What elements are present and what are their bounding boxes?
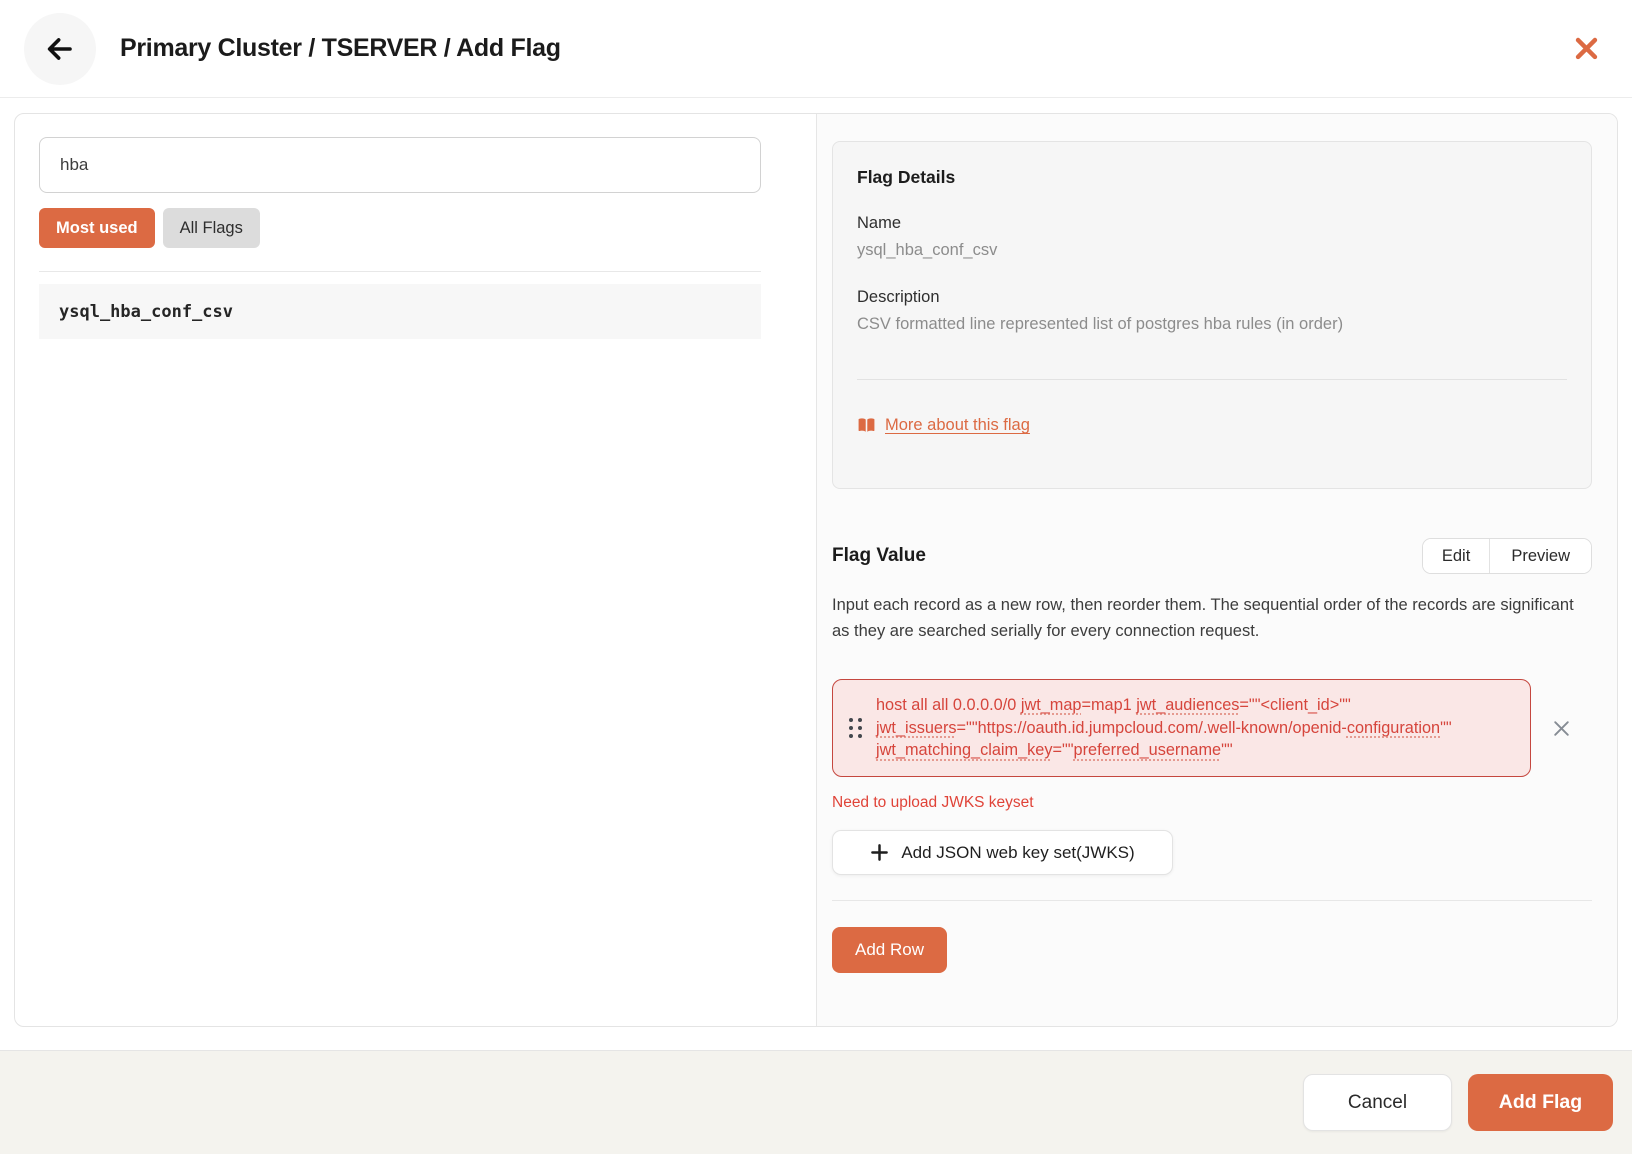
flag-value-row[interactable]: host all all 0.0.0.0/0 jwt_map=map1 jwt_… (832, 679, 1531, 777)
remove-row-cell (1531, 713, 1592, 743)
remove-row-button[interactable] (1547, 713, 1577, 743)
flag-filter-tabs: Most used All Flags (39, 208, 761, 248)
flag-search-panel: Most used All Flags ysql_hba_conf_csv (15, 114, 816, 1026)
flag-list-item[interactable]: ysql_hba_conf_csv (39, 284, 761, 339)
close-icon (1573, 35, 1600, 62)
flag-description-label: Description (857, 288, 1567, 307)
more-about-flag-label: More about this flag (885, 416, 1030, 435)
modal-header: Primary Cluster / TSERVER / Add Flag (0, 0, 1632, 98)
back-button[interactable] (24, 13, 96, 85)
add-flag-button[interactable]: Add Flag (1468, 1074, 1613, 1131)
x-icon (1551, 718, 1572, 739)
flag-value-divider (832, 900, 1592, 901)
flag-value-instructions: Input each record as a new row, then reo… (832, 592, 1592, 645)
tab-most-used[interactable]: Most used (39, 208, 155, 248)
jwks-error-text: Need to upload JWKS keyset (832, 794, 1592, 812)
flag-details-title: Flag Details (857, 167, 1567, 188)
page-title: Primary Cluster / TSERVER / Add Flag (120, 34, 561, 63)
book-icon (857, 417, 876, 434)
add-jwks-label: Add JSON web key set(JWKS) (901, 843, 1134, 863)
close-button[interactable] (1564, 27, 1608, 71)
flag-value-row-wrapper: host all all 0.0.0.0/0 jwt_map=map1 jwt_… (832, 679, 1592, 777)
flag-detail-panel: Flag Details Name ysql_hba_conf_csv Desc… (816, 114, 1617, 1026)
edit-mode-button[interactable]: Edit (1423, 539, 1489, 573)
arrow-left-icon (44, 33, 76, 65)
flag-row-text: host all all 0.0.0.0/0 jwt_map=map1 jwt_… (876, 694, 1512, 762)
preview-mode-button[interactable]: Preview (1489, 539, 1591, 573)
drag-handle-icon[interactable] (849, 718, 862, 738)
flag-name-value: ysql_hba_conf_csv (857, 241, 1567, 260)
flag-search-input[interactable] (39, 137, 761, 193)
add-row-button[interactable]: Add Row (832, 927, 947, 973)
left-panel-divider (39, 271, 761, 272)
add-jwks-button[interactable]: Add JSON web key set(JWKS) (832, 830, 1173, 875)
flag-description-value: CSV formatted line represented list of p… (857, 315, 1567, 334)
plus-icon (870, 843, 889, 862)
cancel-button[interactable]: Cancel (1303, 1074, 1452, 1131)
flag-picker-card: Most used All Flags ysql_hba_conf_csv Fl… (14, 113, 1618, 1027)
more-about-flag-link[interactable]: More about this flag (857, 416, 1030, 435)
tab-all-flags[interactable]: All Flags (163, 208, 260, 248)
modal-body: Most used All Flags ysql_hba_conf_csv Fl… (0, 98, 1632, 1050)
flag-value-header: Flag Value Edit Preview (832, 538, 1592, 574)
flag-value-title: Flag Value (832, 545, 926, 567)
add-flag-modal: Primary Cluster / TSERVER / Add Flag Mos… (0, 0, 1632, 1154)
modal-footer: Cancel Add Flag (0, 1050, 1632, 1154)
flag-details-divider (857, 379, 1567, 380)
flag-name-label: Name (857, 214, 1567, 233)
flag-details-card: Flag Details Name ysql_hba_conf_csv Desc… (832, 141, 1592, 489)
edit-preview-toggle: Edit Preview (1422, 538, 1592, 574)
